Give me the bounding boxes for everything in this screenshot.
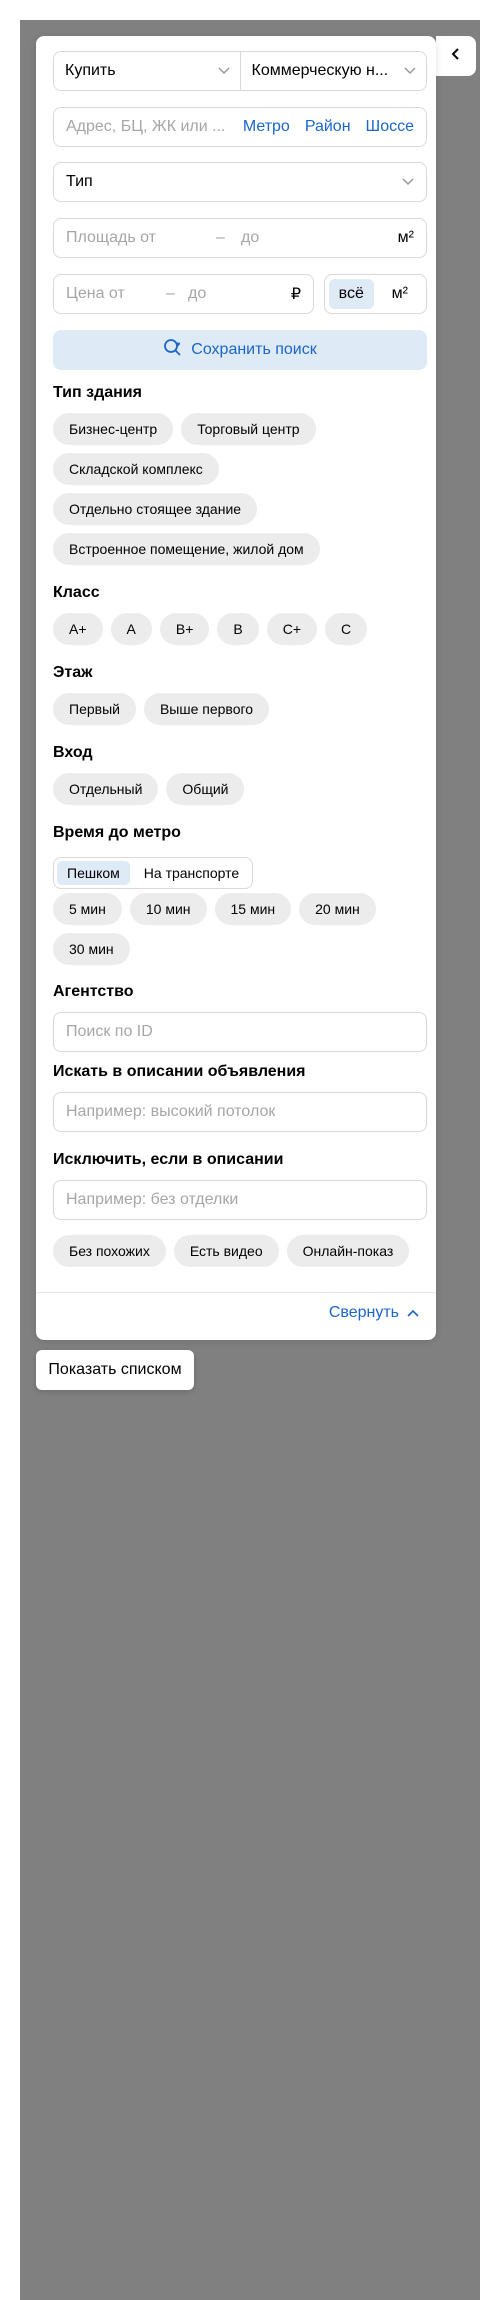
deal-type-value: Купить [65, 62, 116, 79]
chevron-left-icon [449, 47, 463, 66]
agency-id-input[interactable]: Поиск по ID [53, 1012, 427, 1052]
chip-class-c[interactable]: C [325, 613, 368, 645]
price-unit-toggle: всё м² [324, 274, 427, 314]
price-unit-all[interactable]: всё [329, 279, 374, 309]
chevron-down-icon [402, 176, 414, 188]
chip-class-a[interactable]: A [110, 613, 152, 645]
description-exclude-title: Исключить, если в описании [53, 1151, 284, 1168]
chip-floor-first[interactable]: Первый [53, 693, 136, 725]
building-type-title: Тип здания [53, 384, 142, 401]
class-chips: A+ A B+ B C+ C [53, 613, 427, 645]
class-title: Класс [53, 584, 100, 601]
metro-time-chips: 5 мин 10 мин 15 мин 20 мин 30 мин [53, 893, 427, 965]
show-list-label: Показать списком [48, 1361, 182, 1378]
chip-warehouse[interactable]: Складской комплекс [53, 453, 219, 485]
description-search-title: Искать в описании объявления [53, 1063, 306, 1080]
currency-sign: ₽ [290, 286, 301, 303]
metro-time-title: Время до метро [53, 824, 181, 841]
chip-metro-15[interactable]: 15 мин [214, 893, 292, 925]
chevron-up-icon [407, 1304, 419, 1322]
deal-property-selects: Купить Коммерческую н... [53, 51, 427, 91]
description-search-input[interactable]: Например: высокий потолок [53, 1092, 427, 1132]
chevron-down-icon [217, 65, 230, 77]
area-to-input[interactable]: до [241, 229, 398, 247]
metro-mode-transport[interactable]: На транспорте [134, 861, 249, 885]
chip-no-similar[interactable]: Без похожих [53, 1235, 166, 1267]
chip-floor-above-first[interactable]: Выше первого [143, 693, 270, 725]
chip-class-b-plus[interactable]: B+ [159, 613, 210, 645]
chip-metro-20[interactable]: 20 мин [299, 893, 376, 925]
area-from-input[interactable]: Площадь от [66, 229, 216, 247]
deal-type-select[interactable]: Купить [54, 52, 241, 90]
chip-metro-30[interactable]: 30 мин [53, 933, 130, 965]
metro-mode-walk[interactable]: Пешком [57, 861, 130, 885]
price-from-input[interactable]: Цена от [66, 285, 166, 303]
floor-chips: Первый Выше первого [53, 693, 427, 725]
heart-magnifier-icon [163, 338, 183, 363]
address-search[interactable]: Адрес, БЦ, ЖК или ... Метро Район Шоссе [53, 107, 427, 147]
building-type-chips: Бизнес-центр Торговый центр Складской ко… [53, 413, 383, 565]
chip-online-viewing[interactable]: Онлайн-показ [286, 1235, 410, 1267]
save-search-button[interactable]: Сохранить поиск [53, 330, 427, 370]
chip-entrance-separate[interactable]: Отдельный [53, 773, 159, 805]
metro-link[interactable]: Метро [243, 118, 290, 136]
area-range-dash: – [216, 229, 225, 246]
floor-title: Этаж [53, 664, 93, 681]
price-unit-sqm[interactable]: м² [378, 279, 423, 309]
chip-class-b[interactable]: B [217, 613, 259, 645]
area-range: Площадь от – до м² [53, 218, 427, 258]
chip-business-center[interactable]: Бизнес-центр [53, 413, 174, 445]
chip-has-video[interactable]: Есть видео [173, 1235, 279, 1267]
price-range-dash: – [166, 285, 175, 302]
chip-built-in-premises[interactable]: Встроенное помещение, жилой дом [53, 533, 320, 565]
show-list-button[interactable]: Показать списком [36, 1350, 194, 1390]
filters-panel: Купить Коммерческую н... Адрес, БЦ, ЖК и… [36, 36, 436, 1340]
chip-class-c-plus[interactable]: C+ [266, 613, 318, 645]
district-link[interactable]: Район [305, 118, 351, 136]
chip-class-a-plus[interactable]: A+ [53, 613, 103, 645]
extra-chips: Без похожих Есть видео Онлайн-показ [53, 1235, 427, 1267]
address-input[interactable]: Адрес, БЦ, ЖК или ... [66, 118, 228, 136]
chip-metro-5[interactable]: 5 мин [53, 893, 122, 925]
metro-mode-toggle: Пешком На транспорте [53, 857, 254, 889]
area-unit: м² [397, 229, 414, 246]
agency-title: Агентство [53, 983, 134, 1000]
chip-metro-10[interactable]: 10 мин [129, 893, 207, 925]
collapse-filters-button[interactable]: Свернуть [329, 1304, 419, 1322]
save-search-label: Сохранить поиск [191, 341, 317, 358]
chip-entrance-shared[interactable]: Общий [166, 773, 245, 805]
chip-standalone-building[interactable]: Отдельно стоящее здание [53, 493, 258, 525]
collapse-panel-tab[interactable] [436, 36, 476, 76]
chip-shopping-center[interactable]: Торговый центр [181, 413, 316, 445]
entrance-title: Вход [53, 744, 93, 761]
price-row: Цена от – до ₽ всё м² [53, 274, 427, 314]
collapse-label: Свернуть [328, 1304, 399, 1321]
type-select-label: Тип [66, 173, 93, 190]
price-to-input[interactable]: до [188, 285, 291, 303]
property-type-value: Коммерческую н... [251, 62, 389, 79]
chevron-down-icon [404, 65, 416, 77]
highway-link[interactable]: Шоссе [366, 118, 414, 136]
property-type-select[interactable]: Коммерческую н... [241, 52, 427, 90]
price-range: Цена от – до ₽ [53, 274, 314, 314]
type-select[interactable]: Тип [53, 162, 427, 202]
footer-divider [36, 1292, 436, 1293]
entrance-chips: Отдельный Общий [53, 773, 427, 805]
description-exclude-input[interactable]: Например: без отделки [53, 1180, 427, 1220]
